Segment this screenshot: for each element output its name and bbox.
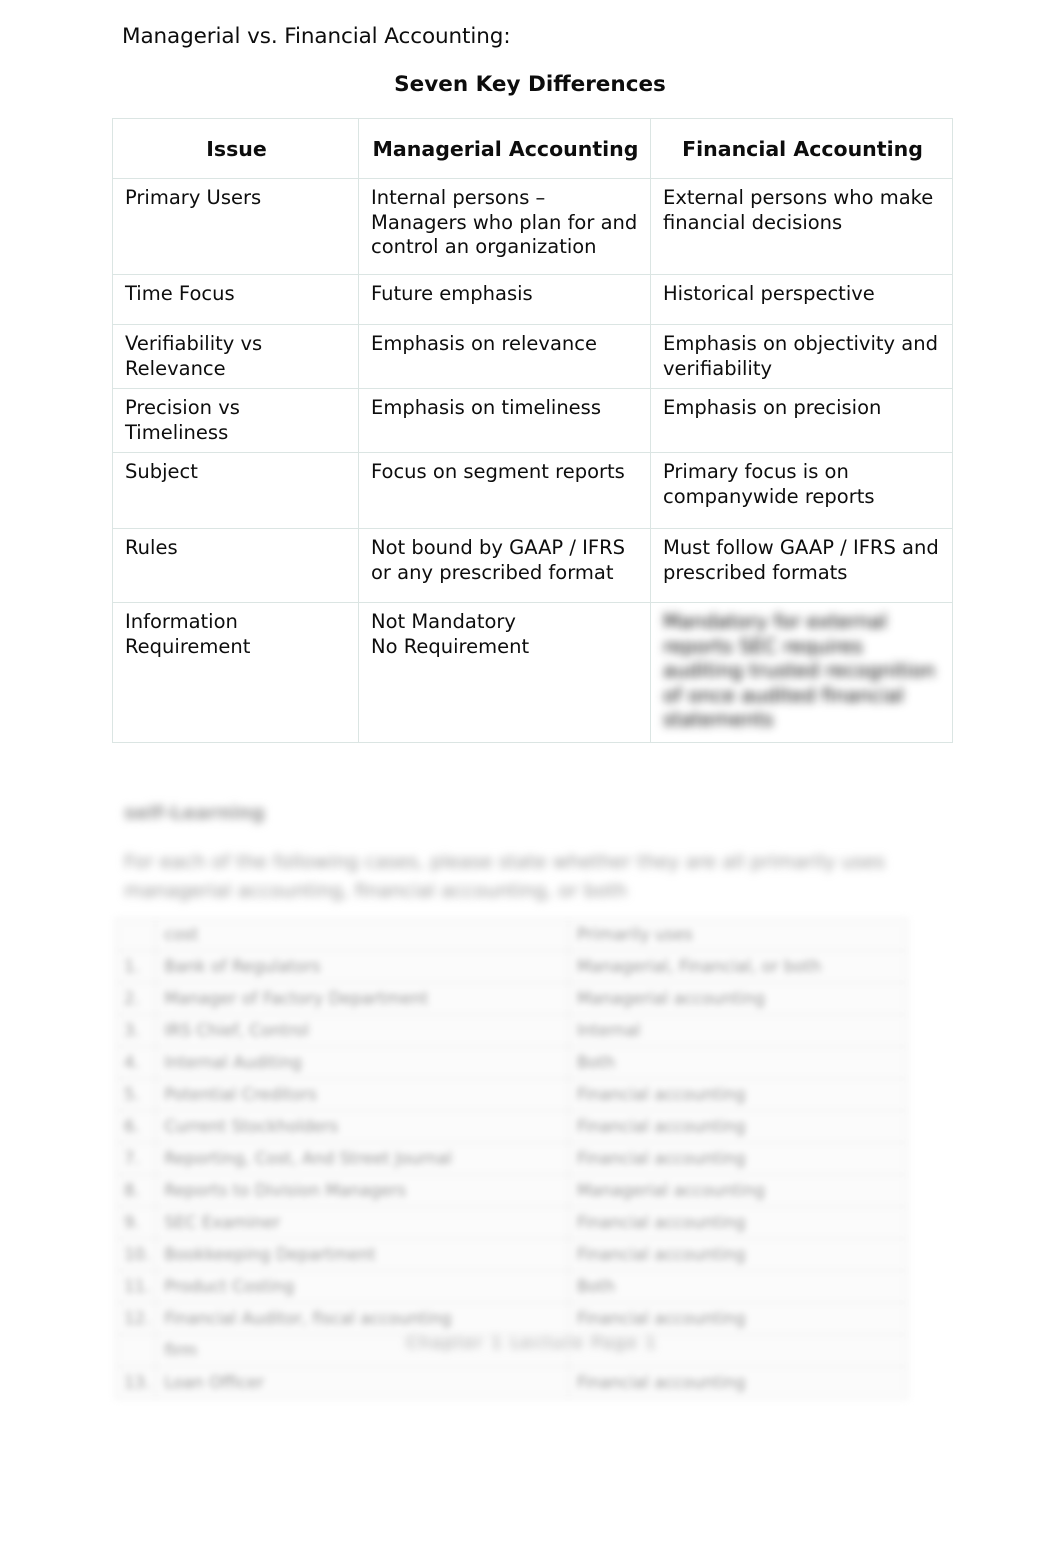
cell-issue: Information Requirement (112, 602, 359, 743)
table-row: Rules Not bound by GAAP / IFRS or any pr… (112, 528, 953, 603)
exercise-answer: Internal (567, 1014, 909, 1047)
exercise-answer: Both (567, 1046, 909, 1079)
exercise-number: 4. (114, 1046, 157, 1079)
exercise-row: 9. SEC Examiner Financial accounting (114, 1206, 909, 1239)
exercise-row: 10. Bookkeeping Department Financial acc… (114, 1238, 909, 1271)
cell-issue: Verifiability vs Relevance (112, 324, 359, 389)
exercise-row: 8. Reports to Division Managers Manageri… (114, 1174, 909, 1207)
exercise-item: Reporting, Cost, And Street Journal (155, 1142, 569, 1175)
cell-financial-redacted: Mandatory for external reports SEC requi… (650, 602, 953, 743)
exercise-number: 10. (114, 1238, 157, 1271)
exercise-row: 12. Financial Auditor, fiscal accounting… (114, 1302, 909, 1335)
exercise-item: Current Stockholders (155, 1110, 569, 1143)
exercise-answer: Managerial accounting (567, 982, 909, 1015)
exercise-row: 4. Internal Auditing Both (114, 1046, 909, 1079)
cell-managerial: Internal persons – Managers who plan for… (358, 178, 651, 275)
cell-financial: Emphasis on objectivity and verifiabilit… (650, 324, 953, 389)
exercise-answer: Managerial, Financial, or both (567, 950, 909, 983)
table-row: Verifiability vs Relevance Emphasis on r… (112, 324, 953, 389)
exercise-number: 3. (114, 1014, 157, 1047)
cell-managerial: Emphasis on timeliness (358, 388, 651, 453)
column-header-managerial: Managerial Accounting (358, 118, 651, 179)
page-footer: Chapter 1 Lecture Page 1 (406, 1333, 658, 1352)
exercise-row: 1. Bank of Regulators Managerial, Financ… (114, 950, 909, 983)
cell-financial: External persons who make financial deci… (650, 178, 953, 275)
exercise-row: 6. Current Stockholders Financial accoun… (114, 1110, 909, 1143)
exercise-row: 5. Potential Creditors Financial account… (114, 1078, 909, 1111)
cell-financial: Historical perspective (650, 274, 953, 325)
table-row: Precision vs Timeliness Emphasis on time… (112, 388, 953, 453)
exercise-item: Product Costing (155, 1270, 569, 1303)
exercise-row: cost Primarily uses (114, 918, 909, 951)
column-header-issue: Issue (112, 118, 359, 179)
exercise-table: cost Primarily uses 1. Bank of Regulator… (114, 918, 909, 1399)
cell-managerial: Future emphasis (358, 274, 651, 325)
document-page: Managerial vs. Financial Accounting: Sev… (0, 0, 1062, 1556)
exercise-row: 7. Reporting, Cost, And Street Journal F… (114, 1142, 909, 1175)
exercise-row: 2. Manager of Factory Department Manager… (114, 982, 909, 1015)
exercise-number: 12. (114, 1302, 157, 1335)
exercise-item: Manager of Factory Department (155, 982, 569, 1015)
cell-issue: Precision vs Timeliness (112, 388, 359, 453)
cell-managerial: Focus on segment reports (358, 452, 651, 529)
exercise-answer: Both (567, 1270, 909, 1303)
table-row: Information Requirement Not Mandatory No… (112, 602, 953, 743)
exercise-item: Bank of Regulators (155, 950, 569, 983)
exercise-number: 8. (114, 1174, 157, 1207)
exercise-row: 13. Loan Officer Financial accounting (114, 1366, 909, 1399)
exercise-item: Bookkeeping Department (155, 1238, 569, 1271)
exercise-number (114, 918, 157, 951)
exercise-section-heading: self-Learning (124, 802, 265, 824)
cell-issue: Rules (112, 528, 359, 603)
page-subtitle: Seven Key Differences (394, 72, 666, 97)
exercise-answer: Financial accounting (567, 1110, 909, 1143)
exercise-answer: Managerial accounting (567, 1174, 909, 1207)
exercise-item: Loan Officer (155, 1366, 569, 1399)
table-row: Primary Users Internal persons – Manager… (112, 178, 953, 275)
exercise-answer: Financial accounting (567, 1078, 909, 1111)
table-row: Time Focus Future emphasis Historical pe… (112, 274, 953, 325)
column-header-financial: Financial Accounting (650, 118, 953, 179)
exercise-item: IRS Chief, Control (155, 1014, 569, 1047)
cell-issue: Primary Users (112, 178, 359, 275)
cell-financial: Primary focus is on companywide reports (650, 452, 953, 529)
page-title: Managerial vs. Financial Accounting: (122, 24, 511, 49)
exercise-answer: Financial accounting (567, 1366, 909, 1399)
cell-financial: Must follow GAAP / IFRS and prescribed f… (650, 528, 953, 603)
exercise-answer: Financial accounting (567, 1142, 909, 1175)
exercise-item: Reports to Division Managers (155, 1174, 569, 1207)
exercise-row: 11. Product Costing Both (114, 1270, 909, 1303)
exercise-number: 7. (114, 1142, 157, 1175)
exercise-item: Financial Auditor, fiscal accounting (155, 1302, 569, 1335)
exercise-number: 1. (114, 950, 157, 983)
cell-financial: Emphasis on precision (650, 388, 953, 453)
cell-managerial: Not Mandatory No Requirement (358, 602, 651, 743)
exercise-answer: Financial accounting (567, 1238, 909, 1271)
exercise-item: Internal Auditing (155, 1046, 569, 1079)
exercise-item: Potential Creditors (155, 1078, 569, 1111)
table-row: Subject Focus on segment reports Primary… (112, 452, 953, 529)
exercise-number: 13. (114, 1366, 157, 1399)
cell-issue: Time Focus (112, 274, 359, 325)
exercise-number: 9. (114, 1206, 157, 1239)
table-header-row: Issue Managerial Accounting Financial Ac… (112, 118, 953, 179)
exercise-answer: Primarily uses (567, 918, 909, 951)
exercise-number: 6. (114, 1110, 157, 1143)
exercise-number: 11. (114, 1270, 157, 1303)
comparison-table: Issue Managerial Accounting Financial Ac… (112, 118, 953, 743)
cell-issue: Subject (112, 452, 359, 529)
exercise-answer: Financial accounting (567, 1302, 909, 1335)
exercise-item: cost (155, 918, 569, 951)
exercise-instructions: For each of the following cases, please … (124, 851, 886, 902)
cell-managerial: Emphasis on relevance (358, 324, 651, 389)
cell-managerial: Not bound by GAAP / IFRS or any prescrib… (358, 528, 651, 603)
exercise-answer: Financial accounting (567, 1206, 909, 1239)
exercise-number: 5. (114, 1078, 157, 1111)
exercise-number: 2. (114, 982, 157, 1015)
exercise-row: 3. IRS Chief, Control Internal (114, 1014, 909, 1047)
exercise-item: SEC Examiner (155, 1206, 569, 1239)
